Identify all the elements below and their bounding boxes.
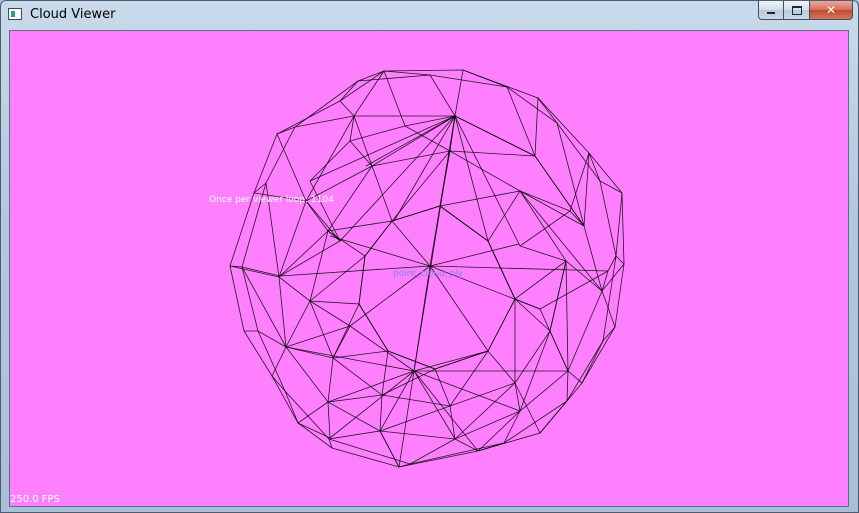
title-bar[interactable]: Cloud Viewer ✕ bbox=[1, 1, 858, 29]
window-controls: ✕ bbox=[758, 1, 853, 21]
cloud-viewer-window: Cloud Viewer ✕ Once per viewer loop: 110… bbox=[0, 0, 859, 513]
window-title: Cloud Viewer bbox=[30, 7, 116, 22]
close-button[interactable]: ✕ bbox=[810, 1, 853, 20]
minimize-button[interactable] bbox=[758, 1, 784, 20]
minimize-icon bbox=[767, 12, 775, 14]
app-icon[interactable] bbox=[8, 8, 22, 20]
fps-counter: 250.0 FPS bbox=[10, 494, 60, 505]
maximize-icon bbox=[791, 5, 802, 15]
point-cloud-label: point_cloud_ply bbox=[393, 269, 463, 279]
close-icon: ✕ bbox=[825, 3, 837, 17]
render-viewport[interactable]: Once per viewer loop: 1104 point_cloud_p… bbox=[9, 30, 849, 507]
maximize-button[interactable] bbox=[784, 1, 810, 20]
loop-counter-text: Once per viewer loop: 1104 bbox=[209, 195, 334, 205]
